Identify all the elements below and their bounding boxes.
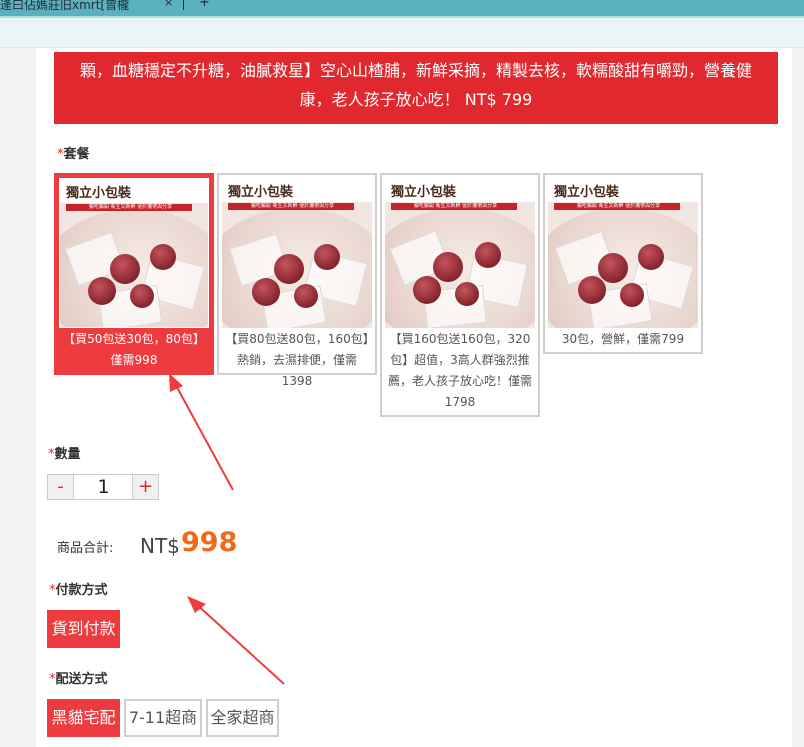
hawthorn-image: [598, 253, 628, 283]
thumbnail-title: 獨立小包裝: [228, 185, 294, 200]
package-option-2[interactable]: 獨立小包裝 獨吃獨開 衛生又新鮮 便於攜帶與分享 【買80包送80包，160包】…: [217, 173, 377, 388]
hawthorn-image: [620, 283, 644, 307]
thumbnail-title: 獨立小包裝: [66, 186, 132, 201]
package-label: *套餐: [57, 143, 90, 162]
hawthorn-image: [433, 252, 463, 282]
package-thumbnail: 獨立小包裝 獨吃獨開 衛生又新鮮 便於攜帶與分享: [385, 178, 535, 328]
hawthorn-image: [455, 282, 479, 306]
hawthorn-image: [130, 284, 154, 308]
shipping-option-711[interactable]: 7-11超商: [124, 699, 202, 737]
hawthorn-image: [475, 242, 501, 268]
browser-tab-bar: 逄曰佔媽莊旧xmrt[曾櫳 × +: [0, 0, 804, 16]
thumbnail-subtitle: 獨吃獨開 衛生又新鮮 便於攜帶與分享: [228, 203, 354, 210]
quantity-decrease-button[interactable]: -: [48, 475, 74, 499]
quantity-stepper: - 1 +: [47, 474, 159, 500]
address-bar[interactable]: [0, 16, 804, 48]
package-caption: 【買160包送160包，320包】超值，3高人群強烈推薦，老人孩子放心吃！僅需1…: [387, 332, 532, 409]
package-option-4[interactable]: 獨立小包裝 獨吃獨開 衛生又新鮮 便於攜帶與分享 30包，營鮮，僅需799: [543, 173, 703, 354]
browser-tab-title[interactable]: 逄曰佔媽莊旧xmrt[曾櫳: [0, 0, 129, 13]
package-caption: 30包，營鮮，僅需799: [561, 332, 685, 346]
hawthorn-image: [413, 276, 441, 304]
package-label-text: 套餐: [63, 147, 90, 162]
thumbnail-title: 獨立小包裝: [554, 185, 620, 200]
total-currency: NT$: [140, 534, 180, 558]
payment-label-text: 付款方式: [55, 583, 108, 598]
hawthorn-image: [294, 284, 318, 308]
tab-separator: [183, 0, 184, 10]
quantity-label-text: 數量: [54, 447, 81, 462]
payment-option-cod[interactable]: 貨到付款: [47, 610, 120, 648]
hawthorn-image: [314, 244, 340, 270]
shipping-label-text: 配送方式: [55, 672, 108, 687]
package-caption: 【買80包送80包，160包】熱銷，去濕排便，僅需1398: [225, 332, 369, 388]
hawthorn-image: [88, 277, 116, 305]
thumbnail-subtitle: 獨吃獨開 衛生又新鮮 便於攜帶與分享: [66, 204, 192, 211]
tab-close-icon[interactable]: ×: [164, 0, 173, 9]
thumbnail-title: 獨立小包裝: [391, 185, 457, 200]
hawthorn-image: [274, 254, 304, 284]
total-label: 商品合計:: [57, 541, 114, 556]
hawthorn-image: [150, 244, 176, 270]
banner-line-2: 康，老人孩子放心吃！ NT$ 799: [299, 90, 533, 109]
total-amount: 998: [181, 527, 238, 558]
hawthorn-image: [578, 276, 606, 304]
package-option-3[interactable]: 獨立小包裝 獨吃獨開 衛生又新鮮 便於攜帶與分享 【買160包送160包，320…: [380, 173, 540, 417]
hawthorn-image: [252, 278, 280, 306]
quantity-increase-button[interactable]: +: [132, 475, 158, 499]
hawthorn-image: [638, 244, 664, 270]
package-option-1[interactable]: 獨立小包裝 獨吃獨開 衛生又新鮮 便於攜帶與分享 【買50包送30包，80包】僅…: [54, 173, 214, 375]
package-caption: 【買50包送30包，80包】僅需998: [63, 332, 205, 367]
thumbnail-subtitle: 獨吃獨開 衛生又新鮮 便於攜帶與分享: [391, 203, 517, 210]
shipping-option-familymart[interactable]: 全家超商: [206, 699, 279, 737]
new-tab-icon[interactable]: +: [199, 0, 210, 10]
thumbnail-subtitle: 獨吃獨開 衛生又新鮮 便於攜帶與分享: [554, 203, 680, 210]
payment-label: *付款方式: [49, 579, 108, 598]
package-thumbnail: 獨立小包裝 獨吃獨開 衛生又新鮮 便於攜帶與分享: [548, 178, 698, 328]
quantity-input[interactable]: 1: [75, 475, 132, 499]
quantity-label: *數量: [48, 443, 81, 462]
package-thumbnail: 獨立小包裝 獨吃獨開 衛生又新鮮 便於攜帶與分享: [59, 178, 209, 328]
banner-line-1: 顆，血糖穩定不升糖，油膩救星】空心山楂脯，新鮮采摘，精製去核，軟糯酸甜有嚼勁，營…: [79, 61, 752, 80]
package-thumbnail: 獨立小包裝 獨吃獨開 衛生又新鮮 便於攜帶與分享: [222, 178, 372, 328]
hawthorn-image: [110, 254, 140, 284]
product-title-banner: 顆，血糖穩定不升糖，油膩救星】空心山楂脯，新鮮采摘，精製去核，軟糯酸甜有嚼勁，營…: [54, 52, 778, 124]
shipping-option-home-delivery[interactable]: 黑貓宅配: [47, 699, 120, 737]
shipping-label: *配送方式: [49, 668, 108, 687]
